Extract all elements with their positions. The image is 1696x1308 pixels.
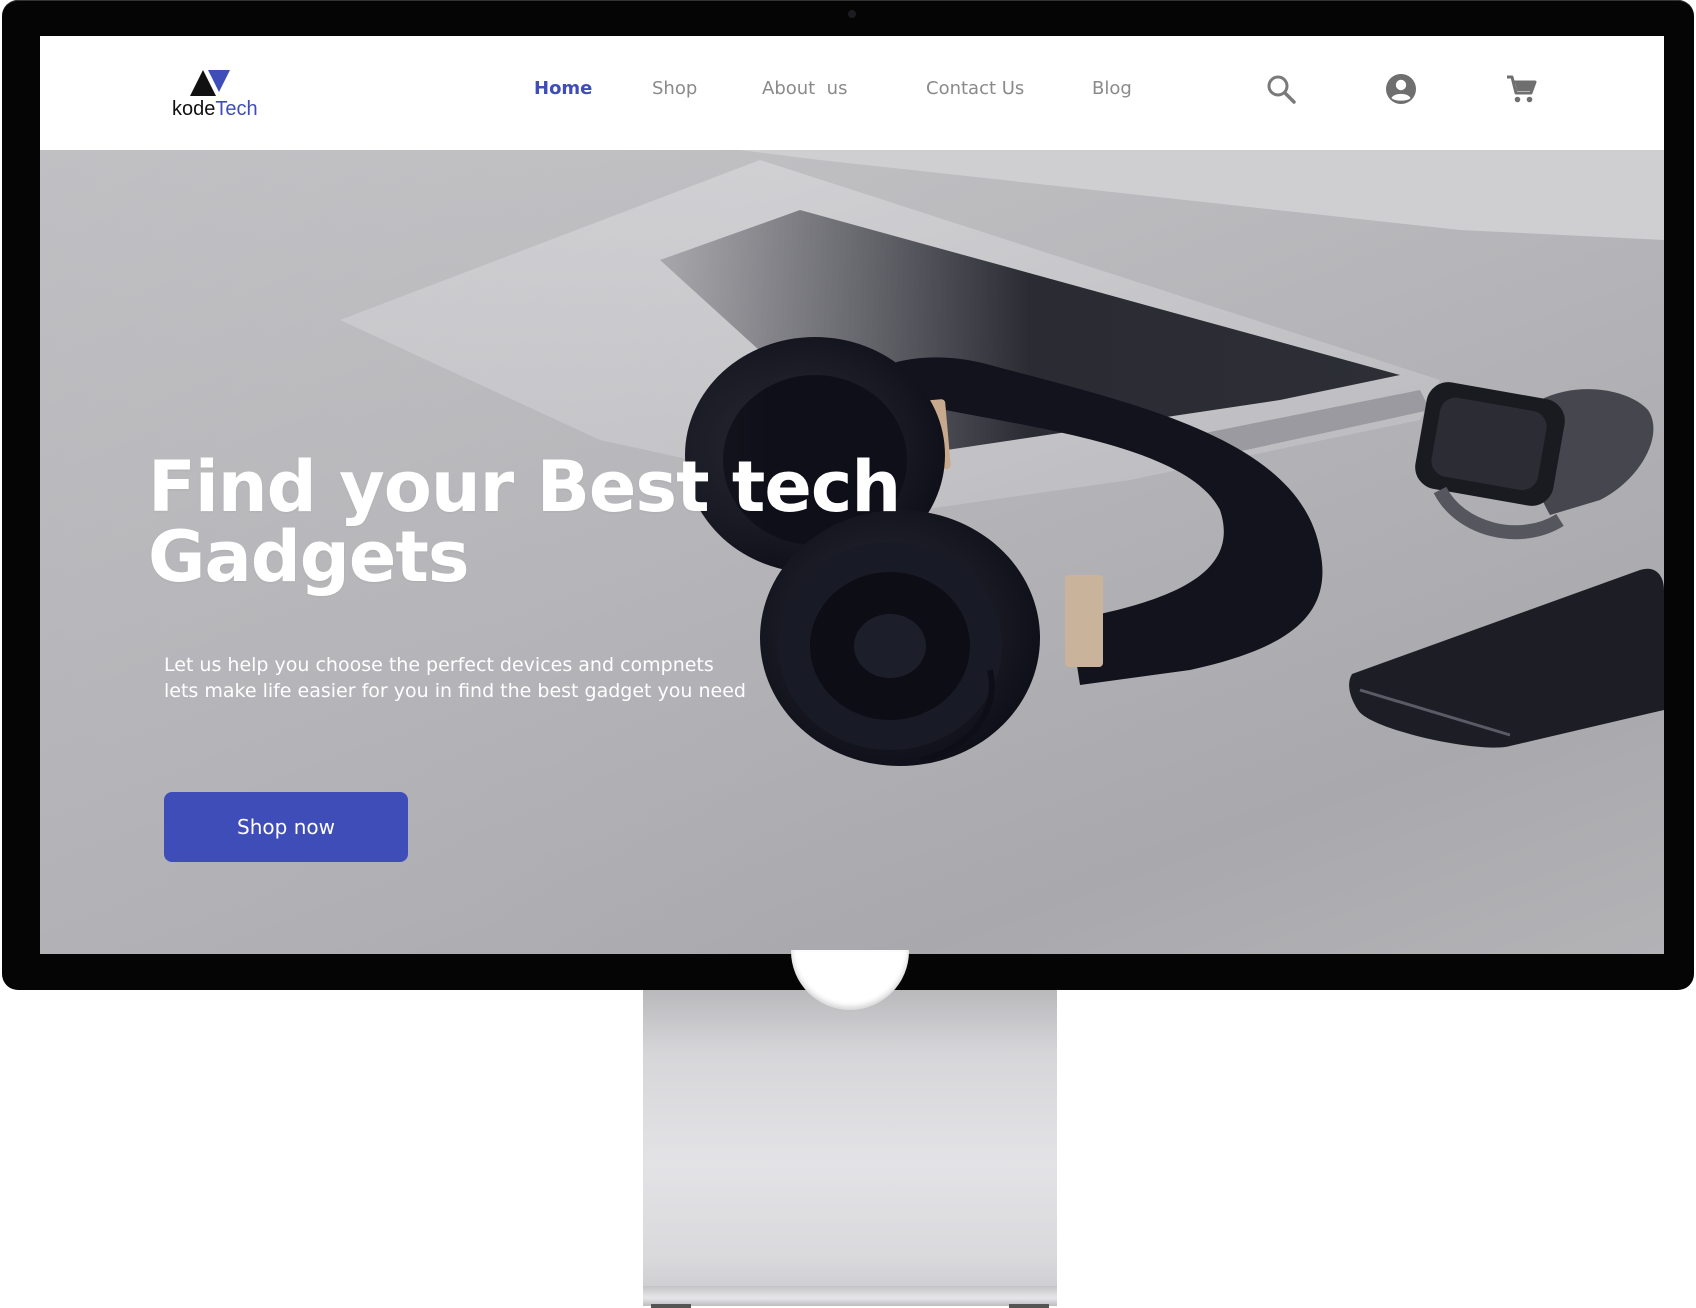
nav-link-contact-us[interactable]: Contact Us: [926, 78, 1024, 99]
website-screen: kodeTech Home Shop About us Contact Us B…: [40, 36, 1664, 954]
hero-subtitle: Let us help you choose the perfect devic…: [164, 652, 804, 704]
cart-icon[interactable]: [1504, 72, 1538, 106]
stand-foot-left: [651, 1304, 691, 1308]
hero-title: Find your Best tech Gadgets: [148, 452, 968, 592]
hero-subtitle-line-1: Let us help you choose the perfect devic…: [164, 654, 714, 676]
logo-mark-icon: [190, 70, 230, 96]
navbar: kodeTech Home Shop About us Contact Us B…: [40, 36, 1664, 150]
camera-dot: [848, 10, 856, 18]
nav-link-home[interactable]: Home: [534, 78, 592, 99]
stand-base: [643, 1286, 1057, 1306]
search-icon[interactable]: [1264, 72, 1298, 106]
hero-title-line-1: Find your Best tech: [148, 446, 901, 528]
hero-subtitle-line-2: lets make life easier for you in find th…: [164, 680, 746, 702]
monitor-stand: [643, 950, 1057, 1308]
shop-now-button[interactable]: Shop now: [164, 792, 408, 862]
monitor-frame: kodeTech Home Shop About us Contact Us B…: [2, 0, 1694, 990]
stand-cutout: [791, 950, 909, 1010]
stand-foot-right: [1009, 1304, 1049, 1308]
nav-link-about-us[interactable]: About us: [762, 78, 847, 99]
logo[interactable]: kodeTech: [172, 70, 282, 120]
nav-link-shop[interactable]: Shop: [652, 78, 697, 99]
logo-text: kodeTech: [172, 98, 258, 120]
hero-section: Find your Best tech Gadgets Let us help …: [40, 150, 1664, 954]
nav-link-blog[interactable]: Blog: [1092, 78, 1132, 99]
hero-title-line-2: Gadgets: [148, 516, 470, 598]
account-icon[interactable]: [1384, 72, 1418, 106]
